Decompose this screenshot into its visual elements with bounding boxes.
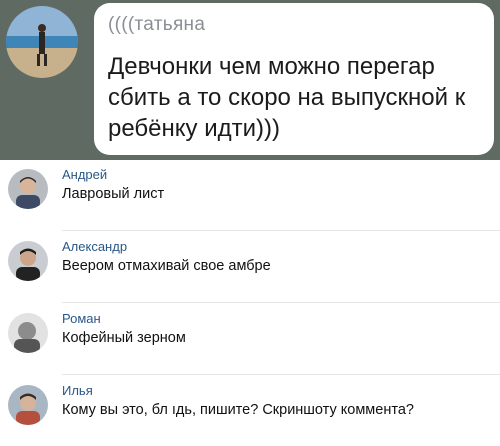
comment-author[interactable]: Илья <box>62 383 93 399</box>
avatar[interactable] <box>8 241 48 281</box>
comments-list: Андрей Лавровый лист Александр Веером от… <box>0 160 500 446</box>
post-header: ((((татьяна Девчонки чем можно перегар с… <box>0 0 500 160</box>
avatar[interactable] <box>8 169 48 209</box>
divider <box>62 230 500 231</box>
comment-text: Лавровый лист <box>62 186 165 202</box>
post-author-name[interactable]: ((((татьяна <box>108 13 482 37</box>
comment-text: Кофейный зерном <box>62 330 186 346</box>
avatar[interactable] <box>8 313 48 353</box>
avatar[interactable] <box>8 385 48 425</box>
comment-author[interactable]: Александр <box>62 239 127 255</box>
divider <box>62 302 500 303</box>
post-text: Девчонки чем можно перегар сбить а то ск… <box>108 53 466 142</box>
post-bubble: ((((татьяна Девчонки чем можно перегар с… <box>94 3 494 155</box>
comment-author[interactable]: Андрей <box>62 167 107 183</box>
comment-item: Андрей Лавровый лист <box>0 160 500 232</box>
comment-item: Александр Веером отмахивай свое амбре <box>0 232 500 304</box>
comment-author[interactable]: Роман <box>62 311 101 327</box>
post-author-avatar[interactable] <box>6 6 78 78</box>
divider <box>62 374 500 375</box>
comment-item: Илья Кому вы это, бл ıдь, пишите? Скринш… <box>0 376 500 446</box>
comment-text: Кому вы это, бл ıдь, пишите? Скриншоту к… <box>62 402 414 418</box>
comment-item: Роман Кофейный зерном <box>0 304 500 376</box>
comment-text: Веером отмахивай свое амбре <box>62 258 271 274</box>
